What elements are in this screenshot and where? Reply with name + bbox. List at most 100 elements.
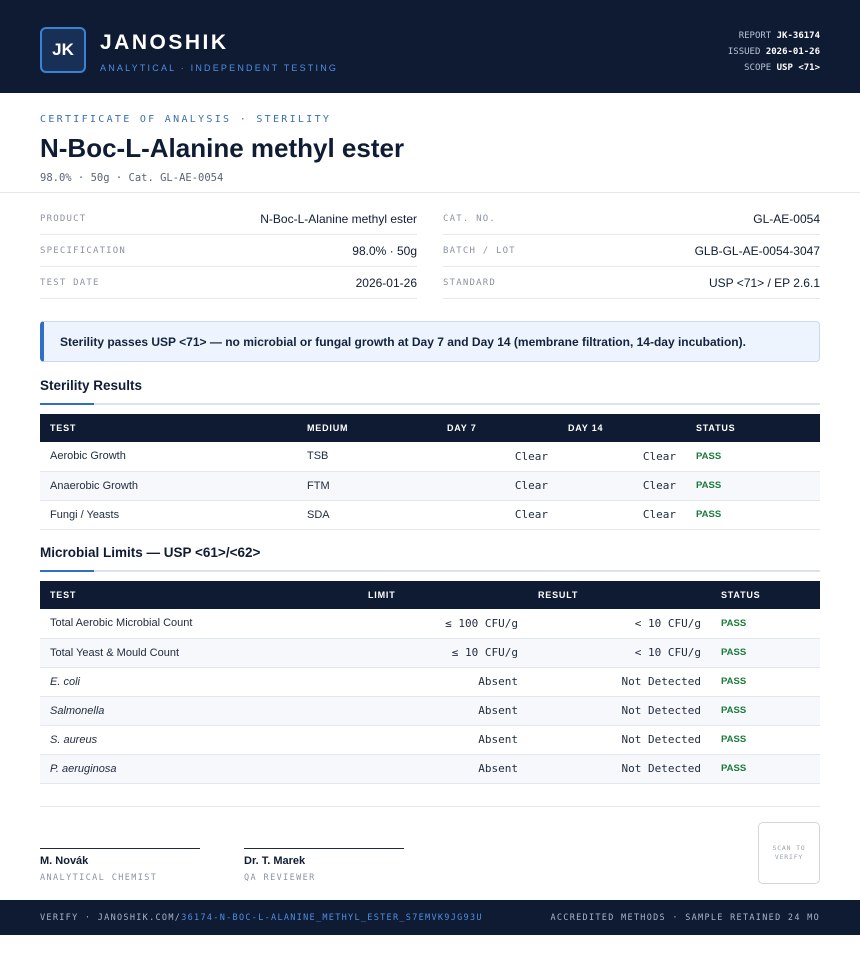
info-row-cat-no: CAT. NO. GL-AE-0054: [443, 203, 820, 235]
issued-line: ISSUED 2026-01-26: [728, 44, 820, 60]
microbial-section-title: Microbial Limits — USP <61>/<62>: [40, 545, 261, 560]
day7-result: Clear: [437, 442, 558, 472]
column-header: MEDIUM: [297, 414, 437, 442]
info-label: BATCH / LOT: [443, 245, 516, 256]
info-value: GL-AE-0054: [753, 211, 820, 226]
verify-link[interactable]: 36174-N-BOC-L-ALANINE_METHYL_ESTER_S7EMV…: [181, 913, 483, 923]
status-badge: PASS: [711, 696, 820, 726]
table-row: Total Yeast & Mould Count ≤ 10 CFU/g < 1…: [40, 638, 820, 668]
test-name: P. aeruginosa: [40, 754, 358, 784]
medium: FTM: [297, 471, 437, 501]
page-title: N-Boc-L-Alanine methyl ester: [40, 133, 405, 163]
info-label: CAT. NO.: [443, 213, 496, 224]
info-grid-left: PRODUCT N-Boc-L-Alanine methyl ester SPE…: [40, 203, 417, 299]
status-badge: PASS: [686, 500, 820, 530]
info-value: 98.0% · 50g: [352, 243, 417, 258]
report-meta: REPORT JK-36174 ISSUED 2026-01-26 SCOPE …: [728, 28, 820, 76]
test-name: Fungi / Yeasts: [40, 500, 297, 530]
test-name: Total Aerobic Microbial Count: [40, 609, 358, 639]
scope-label: SCOPE: [744, 63, 772, 73]
limit: ≤ 100 CFU/g: [358, 609, 528, 639]
page-subtitle: 98.0% · 50g · Cat. GL-AE-0054: [40, 172, 224, 184]
result: < 10 CFU/g: [528, 609, 711, 639]
section-rule: [40, 403, 820, 405]
summary-callout: Sterility passes USP <71> — no microbial…: [40, 321, 820, 362]
day7-result: Clear: [437, 500, 558, 530]
section-rule-accent: [40, 403, 94, 405]
issued-date: 2026-01-26: [765, 47, 820, 57]
verify-prefix: VERIFY · JANOSHIK.COM/: [40, 912, 182, 923]
day14-result: Clear: [558, 442, 686, 472]
result: < 10 CFU/g: [528, 638, 711, 668]
info-label: STANDARD: [443, 277, 496, 288]
section-rule-accent: [40, 570, 94, 572]
table-row: Salmonella Absent Not Detected PASS: [40, 696, 820, 726]
table-row: Aerobic Growth TSB Clear Clear PASS: [40, 442, 820, 472]
footer-note: ACCREDITED METHODS · SAMPLE RETAINED 24 …: [550, 912, 820, 923]
info-value: GLB-GL-AE-0054-3047: [694, 243, 820, 258]
info-value: 2026-01-26: [355, 275, 417, 290]
info-label: SPECIFICATION: [40, 245, 127, 256]
sterility-table: TEST MEDIUM DAY 7 DAY 14 STATUS Aerobic …: [40, 414, 820, 530]
info-value: USP <71> / EP 2.6.1: [709, 275, 820, 290]
status-badge: PASS: [711, 667, 820, 697]
column-header: LIMIT: [358, 581, 528, 609]
test-name: Anaerobic Growth: [40, 471, 297, 501]
signatory-role: ANALYTICAL CHEMIST: [40, 873, 158, 883]
result: Not Detected: [528, 667, 711, 697]
issued-label: ISSUED: [727, 47, 761, 57]
info-row-test-date: TEST DATE 2026-01-26: [40, 267, 417, 299]
info-value: N-Boc-L-Alanine methyl ester: [260, 211, 417, 226]
table-row: Fungi / Yeasts SDA Clear Clear PASS: [40, 500, 820, 530]
result: Not Detected: [528, 696, 711, 726]
info-label: PRODUCT: [40, 213, 87, 224]
status-badge: PASS: [686, 471, 820, 501]
divider: [40, 806, 820, 807]
medium: TSB: [297, 442, 437, 472]
table-row: Total Aerobic Microbial Count ≤ 100 CFU/…: [40, 609, 820, 639]
status-badge: PASS: [711, 725, 820, 755]
info-grid-right: CAT. NO. GL-AE-0054 BATCH / LOT GLB-GL-A…: [443, 203, 820, 299]
info-label: TEST DATE: [40, 277, 100, 288]
signature-block: M. Novák ANALYTICAL CHEMIST: [40, 848, 200, 883]
result: Not Detected: [528, 725, 711, 755]
status-badge: PASS: [686, 442, 820, 472]
day14-result: Clear: [558, 500, 686, 530]
signatory-role: QA REVIEWER: [244, 873, 316, 883]
signature-block: Dr. T. Marek QA REVIEWER: [244, 848, 404, 883]
brand-name: JANOSHIK: [100, 31, 229, 54]
report-label: REPORT: [738, 31, 772, 41]
report-header: JK JANOSHIK ANALYTICAL · INDEPENDENT TES…: [0, 0, 860, 93]
info-row-standard: STANDARD USP <71> / EP 2.6.1: [443, 267, 820, 299]
table-header-row: TEST LIMIT RESULT STATUS: [40, 581, 820, 609]
table-row: E. coli Absent Not Detected PASS: [40, 667, 820, 697]
column-header: DAY 7: [437, 414, 558, 442]
table-header-row: TEST MEDIUM DAY 7 DAY 14 STATUS: [40, 414, 820, 442]
day14-result: Clear: [558, 471, 686, 501]
column-header: STATUS: [711, 581, 820, 609]
test-name: Aerobic Growth: [40, 442, 297, 472]
signatory-name: Dr. T. Marek: [244, 855, 306, 867]
info-row-product: PRODUCT N-Boc-L-Alanine methyl ester: [40, 203, 417, 235]
test-name: S. aureus: [40, 725, 358, 755]
status-badge: PASS: [711, 609, 820, 639]
info-row-batch: BATCH / LOT GLB-GL-AE-0054-3047: [443, 235, 820, 267]
table-row: P. aeruginosa Absent Not Detected PASS: [40, 754, 820, 784]
result: Not Detected: [528, 754, 711, 784]
day7-result: Clear: [437, 471, 558, 501]
qr-verify-box[interactable]: SCAN TO VERIFY: [758, 822, 820, 884]
document-type: CERTIFICATE OF ANALYSIS · STERILITY: [40, 114, 332, 125]
limit: ≤ 10 CFU/g: [358, 638, 528, 668]
brand-tagline: ANALYTICAL · INDEPENDENT TESTING: [100, 63, 339, 73]
table-row: Anaerobic Growth FTM Clear Clear PASS: [40, 471, 820, 501]
column-header: TEST: [40, 581, 358, 609]
limit: Absent: [358, 754, 528, 784]
section-rule: [40, 570, 820, 572]
status-badge: PASS: [711, 638, 820, 668]
signatory-name: M. Novák: [40, 855, 89, 867]
sterility-section-title: Sterility Results: [40, 378, 143, 393]
scope-line: SCOPE USP <71>: [728, 60, 820, 76]
limit: Absent: [358, 725, 528, 755]
status-badge: PASS: [711, 754, 820, 784]
column-header: DAY 14: [558, 414, 686, 442]
